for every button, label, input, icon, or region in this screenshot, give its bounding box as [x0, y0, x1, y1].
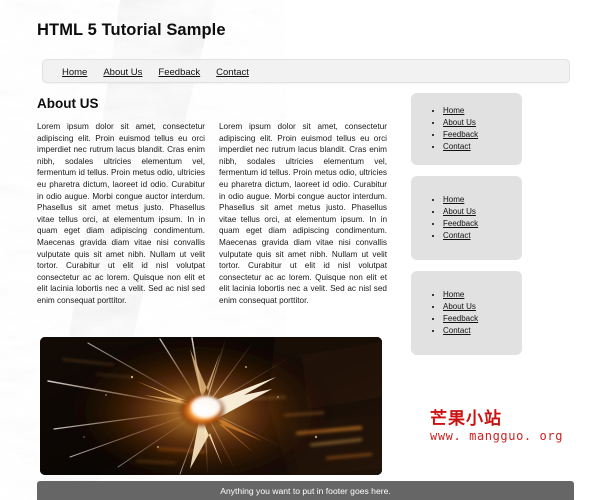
text-column-left: Lorem ipsum dolor sit amet, consectetur …: [37, 121, 205, 307]
sidebar-item-home[interactable]: Home: [443, 194, 522, 205]
sidebar-item-contact[interactable]: Contact: [443, 230, 522, 241]
sidebar-list-3: Home About Us Feedback Contact: [411, 289, 522, 336]
sidebar-link-about-us[interactable]: About Us: [443, 118, 476, 127]
nav-link-contact[interactable]: Contact: [216, 67, 249, 79]
watermark-url: www. mangguo. org: [430, 429, 564, 443]
sidebar-box-2: Home About Us Feedback Contact: [411, 176, 522, 260]
nav-item-feedback[interactable]: Feedback: [158, 62, 216, 80]
sidebar-box-1: Home About Us Feedback Contact: [411, 93, 522, 165]
sidebar-item-contact[interactable]: Contact: [443, 325, 522, 336]
sidebar-list-1: Home About Us Feedback Contact: [411, 105, 522, 152]
sidebar-item-about-us[interactable]: About Us: [443, 206, 522, 217]
nav-link-about-us[interactable]: About Us: [103, 67, 142, 79]
site-footer: Anything you want to put in footer goes …: [37, 481, 574, 500]
nav-link-feedback[interactable]: Feedback: [158, 67, 200, 79]
nav-item-contact[interactable]: Contact: [216, 62, 265, 80]
sidebar-link-about-us[interactable]: About Us: [443, 302, 476, 311]
sidebar-item-contact[interactable]: Contact: [443, 141, 522, 152]
sidebar-item-feedback[interactable]: Feedback: [443, 313, 522, 324]
sidebar-link-about-us[interactable]: About Us: [443, 207, 476, 216]
watermark: 芒果小站 www. mangguo. org: [430, 409, 563, 444]
hero-image: [40, 337, 382, 475]
main-content: About US Lorem ipsum dolor sit amet, con…: [37, 96, 387, 307]
sidebar-box-3: Home About Us Feedback Contact: [411, 271, 522, 355]
nav-item-about-us[interactable]: About Us: [103, 62, 158, 80]
sidebar-item-about-us[interactable]: About Us: [443, 117, 522, 128]
sidebar-link-feedback[interactable]: Feedback: [443, 314, 478, 323]
sidebar-item-home[interactable]: Home: [443, 289, 522, 300]
sidebar-link-contact[interactable]: Contact: [443, 231, 471, 240]
sidebar-item-feedback[interactable]: Feedback: [443, 129, 522, 140]
nav-link-home[interactable]: Home: [62, 67, 87, 79]
site-header: HTML 5 Tutorial Sample: [37, 15, 572, 55]
sidebar-item-feedback[interactable]: Feedback: [443, 218, 522, 229]
sidebar-list-2: Home About Us Feedback Contact: [411, 194, 522, 241]
sidebar-link-contact[interactable]: Contact: [443, 326, 471, 335]
sidebar-link-feedback[interactable]: Feedback: [443, 130, 478, 139]
paragraph-right: Lorem ipsum dolor sit amet, consectetur …: [219, 122, 387, 305]
sidebar-link-contact[interactable]: Contact: [443, 142, 471, 151]
sidebar-link-home[interactable]: Home: [443, 195, 464, 204]
page-container: HTML 5 Tutorial Sample Home About Us Fee…: [0, 0, 615, 500]
paragraph-left: Lorem ipsum dolor sit amet, consectetur …: [37, 122, 205, 305]
text-columns: Lorem ipsum dolor sit amet, consectetur …: [37, 121, 387, 307]
section-heading-about: About US: [37, 96, 99, 111]
sidebar-link-feedback[interactable]: Feedback: [443, 219, 478, 228]
watermark-title: 芒果小站: [430, 409, 502, 429]
sidebar-item-about-us[interactable]: About Us: [443, 301, 522, 312]
nav-item-home[interactable]: Home: [62, 62, 103, 80]
sidebar-link-home[interactable]: Home: [443, 290, 464, 299]
sidebar: Home About Us Feedback Contact Home Abou…: [411, 93, 522, 366]
main-navigation[interactable]: Home About Us Feedback Contact: [42, 59, 570, 83]
sidebar-item-home[interactable]: Home: [443, 105, 522, 116]
footer-text: Anything you want to put in footer goes …: [220, 485, 391, 496]
sidebar-link-home[interactable]: Home: [443, 106, 464, 115]
page-title: HTML 5 Tutorial Sample: [37, 21, 226, 39]
text-column-right: Lorem ipsum dolor sit amet, consectetur …: [219, 121, 387, 307]
nav-list: Home About Us Feedback Contact: [43, 60, 569, 82]
